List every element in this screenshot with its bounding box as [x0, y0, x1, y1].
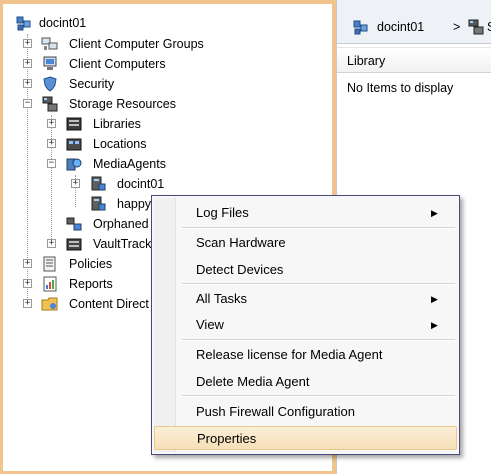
location-icon	[66, 138, 82, 151]
menu-item-detect-devices[interactable]: Detect Devices	[154, 258, 457, 282]
menu-item-push-firewall-config[interactable]: Push Firewall Configuration	[154, 400, 457, 424]
computer-icon	[43, 56, 57, 70]
tree-node-mediaagent-docint01[interactable]: + docint01	[71, 175, 291, 194]
tree-node-label: Content Direct	[69, 297, 149, 311]
empty-list-message: No Items to display	[347, 81, 454, 95]
menu-item-all-tasks[interactable]: All Tasks ▶	[154, 287, 457, 311]
tree-node-policies[interactable]: + Policies	[23, 255, 155, 274]
reports-icon	[43, 276, 57, 292]
folder-icon	[41, 297, 58, 311]
menu-separator	[182, 339, 455, 341]
menu-separator	[182, 395, 455, 397]
tree-node-mediaagent-happy[interactable]: happy	[71, 195, 161, 214]
tree-node-label: docint01	[117, 177, 165, 191]
tree-node-locations[interactable]: + Locations	[47, 135, 287, 154]
tree-node-label: Orphaned	[93, 217, 149, 231]
collapse-toggle[interactable]: −	[47, 159, 56, 168]
menu-item-release-license[interactable]: Release license for Media Agent	[154, 343, 457, 367]
context-menu: Log Files ▶ Scan Hardware Detect Devices…	[151, 195, 460, 455]
expand-toggle[interactable]: +	[23, 299, 32, 308]
tree-node-label: docint01	[39, 16, 87, 30]
commcell-icon	[16, 16, 31, 31]
menu-item-scan-hardware[interactable]: Scan Hardware	[154, 231, 457, 255]
expand-toggle[interactable]: +	[47, 119, 56, 128]
submenu-arrow-icon: ▶	[431, 208, 438, 218]
shield-icon	[43, 76, 57, 92]
tree-node-label: MediaAgents	[93, 157, 166, 171]
menu-item-label: View	[196, 317, 224, 332]
menu-item-label: Scan Hardware	[196, 235, 286, 250]
breadcrumb-item-storage[interactable]: S	[487, 20, 491, 34]
expand-toggle[interactable]: +	[23, 39, 32, 48]
menu-item-label: Delete Media Agent	[196, 374, 310, 389]
breadcrumb-separator[interactable]: >	[453, 20, 460, 34]
tree-node-client-computer-groups[interactable]: + Client Computer Groups	[23, 35, 283, 54]
breadcrumb: docint01 > S	[337, 0, 491, 44]
tree-node-label: Client Computers	[69, 57, 166, 71]
vault-tracker-icon	[66, 238, 82, 251]
menu-separator	[182, 283, 455, 285]
tree-node-libraries[interactable]: + Libraries	[47, 115, 287, 134]
tree-node-security[interactable]: + Security	[23, 75, 283, 94]
menu-item-label: Detect Devices	[196, 262, 284, 277]
expand-toggle[interactable]: +	[23, 259, 32, 268]
column-header-library[interactable]: Library	[337, 47, 491, 73]
commcell-icon	[353, 20, 368, 35]
tree-node-label: Policies	[69, 257, 113, 271]
expand-toggle[interactable]: +	[47, 239, 56, 248]
tree-node-label: VaultTrack	[93, 237, 152, 251]
menu-item-label: Push Firewall Configuration	[196, 404, 355, 419]
menu-separator	[182, 227, 455, 229]
collapse-toggle[interactable]: −	[23, 99, 32, 108]
computer-group-icon	[41, 37, 58, 50]
tree-node-content-director[interactable]: + Content Direct	[23, 295, 155, 314]
media-agent-icon	[91, 176, 106, 191]
menu-item-label: Properties	[197, 431, 257, 446]
menu-item-label: Release license for Media Agent	[196, 347, 383, 362]
expand-toggle[interactable]: +	[71, 179, 80, 188]
tree-node-vaulttracker[interactable]: + VaultTrack	[47, 235, 157, 254]
tree-node-label: happy	[117, 197, 152, 211]
tree-node-label: Client Computer Groups	[69, 37, 204, 51]
tree-node-label: Security	[69, 77, 115, 91]
orphaned-media-icon	[66, 217, 82, 231]
expand-toggle[interactable]: +	[47, 139, 56, 148]
tree-node-label: Reports	[69, 277, 113, 291]
tree-node-root[interactable]: docint01	[15, 14, 215, 33]
tree-node-label: Storage Resources	[69, 97, 177, 111]
tree-node-storage-resources[interactable]: − Storage Resources	[23, 95, 283, 114]
submenu-arrow-icon: ▶	[431, 294, 438, 304]
expand-toggle[interactable]: +	[23, 59, 32, 68]
library-icon	[66, 117, 82, 131]
storage-icon	[42, 96, 58, 112]
menu-item-log-files[interactable]: Log Files ▶	[154, 201, 457, 225]
tree-node-mediaagents[interactable]: − MediaAgents	[47, 155, 287, 174]
tree-node-label: Libraries	[93, 117, 141, 131]
menu-item-label: All Tasks	[196, 291, 248, 306]
breadcrumb-item-root[interactable]: docint01	[377, 20, 424, 34]
policies-icon	[43, 256, 56, 272]
expand-toggle[interactable]: +	[23, 79, 32, 88]
tree-node-orphaned[interactable]: Orphaned	[47, 215, 157, 234]
expand-toggle[interactable]: +	[23, 279, 32, 288]
menu-item-properties[interactable]: Properties	[154, 426, 457, 450]
menu-item-view[interactable]: View ▶	[154, 313, 457, 337]
tree-node-label: Locations	[93, 137, 147, 151]
media-agent-icon	[91, 196, 106, 211]
storage-icon	[468, 19, 484, 35]
tree-node-reports[interactable]: + Reports	[23, 275, 155, 294]
submenu-arrow-icon: ▶	[431, 320, 438, 330]
menu-item-label: Log Files	[196, 205, 249, 220]
column-header-label: Library	[347, 54, 386, 68]
tree-node-client-computers[interactable]: + Client Computers	[23, 55, 283, 74]
menu-item-delete-media-agent[interactable]: Delete Media Agent	[154, 370, 457, 394]
media-agent-group-icon	[66, 158, 82, 171]
